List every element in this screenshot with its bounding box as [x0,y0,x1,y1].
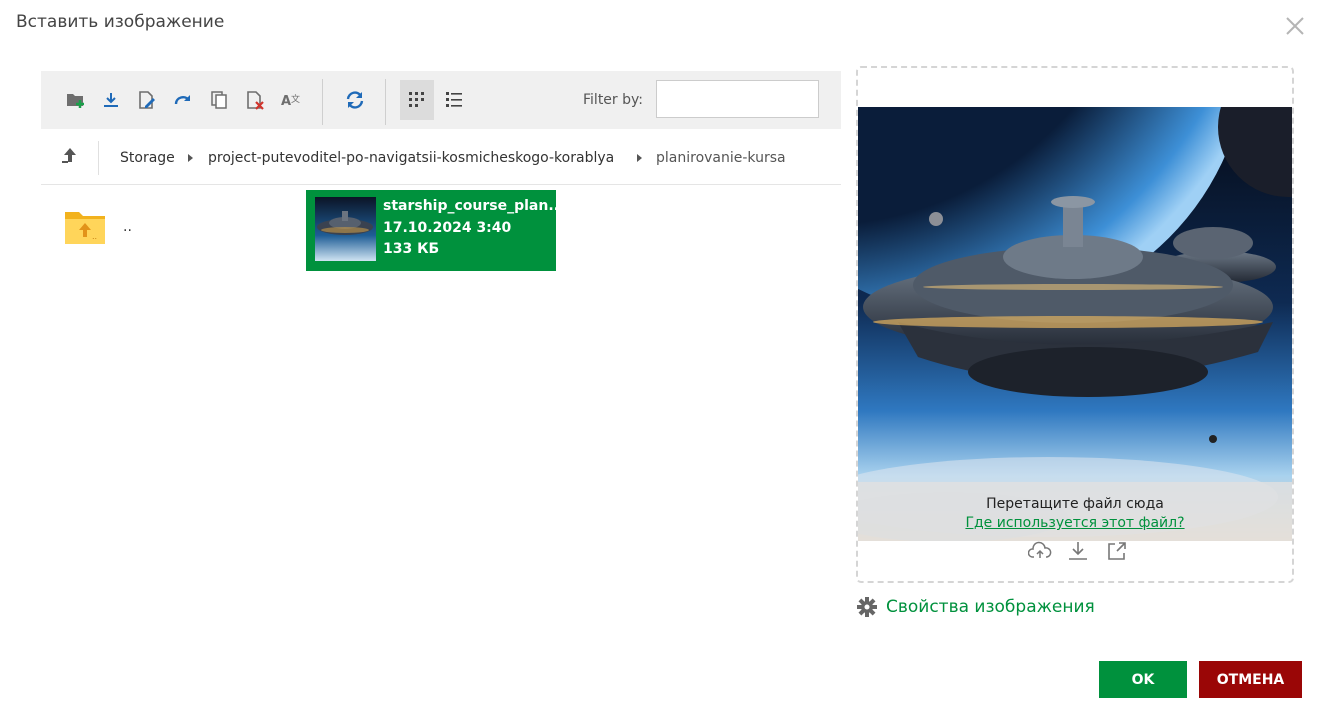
refresh-icon[interactable] [338,80,372,120]
file-thumbnail [315,197,376,261]
breadcrumb-item-current[interactable]: planirovanie-kursa [656,150,786,166]
file-size: 133 КБ [383,241,440,257]
download-icon[interactable] [94,80,128,120]
translit-icon[interactable]: A文 [274,80,308,120]
open-external-icon[interactable] [1105,540,1129,562]
file-usage-link[interactable]: Где используется этот файл? [858,515,1292,531]
ok-button[interactable]: OK [1099,661,1187,698]
breadcrumb: Storage project-putevoditel-po-navigatsi… [41,129,841,185]
download-icon[interactable] [1066,540,1090,562]
up-arrow-icon[interactable] [59,146,81,168]
delete-icon[interactable] [238,80,272,120]
parent-folder-item[interactable]: .. .. [63,208,153,258]
new-folder-icon[interactable] [59,80,93,120]
breadcrumb-divider [98,141,99,175]
close-icon[interactable] [1283,14,1307,38]
cancel-button[interactable]: ОТМЕНА [1199,661,1302,698]
svg-text:A: A [281,94,291,109]
file-tile-selected[interactable]: starship_course_plan... 17.10.2024 3:40 … [306,190,564,271]
file-date: 17.10.2024 3:40 [383,220,512,236]
image-properties-label: Свойства изображения [886,597,1095,617]
toolbar: A文 Filter by: [41,71,841,129]
toolbar-separator [322,79,323,125]
svg-text:文: 文 [291,93,300,105]
folder-up-icon: .. [65,212,105,244]
breadcrumb-item-project[interactable]: project-putevoditel-po-navigatsii-kosmic… [208,150,614,166]
grid-view-icon[interactable] [400,80,434,120]
rename-icon[interactable] [130,80,164,120]
file-name: starship_course_plan... [383,198,565,214]
redo-icon[interactable] [166,80,200,120]
parent-folder-label: .. [123,219,132,235]
drop-hint: Перетащите файл сюда [986,496,1164,512]
image-preview-dropzone[interactable]: Перетащите файл сюда Где используется эт… [856,66,1294,583]
list-view-icon[interactable] [437,80,471,120]
dialog-title: Вставить изображение [16,12,225,32]
copy-icon[interactable] [202,80,236,120]
breadcrumb-arrow-icon [637,154,642,162]
gear-icon [857,597,877,617]
svg-text:..: .. [92,232,97,241]
filter-input[interactable] [656,80,819,118]
drop-overlay: Перетащите файл сюда Где используется эт… [858,482,1292,541]
preview-image [858,107,1292,541]
image-properties-link[interactable]: Свойства изображения [856,596,1095,620]
upload-cloud-icon[interactable] [1027,540,1052,562]
toolbar-separator [385,79,386,125]
breadcrumb-item-storage[interactable]: Storage [120,150,175,166]
file-browser: A文 Filter by: Storage project-putevodite… [41,71,841,631]
breadcrumb-arrow-icon [188,154,193,162]
preview-actions [1026,539,1136,565]
filter-label: Filter by: [583,92,643,108]
